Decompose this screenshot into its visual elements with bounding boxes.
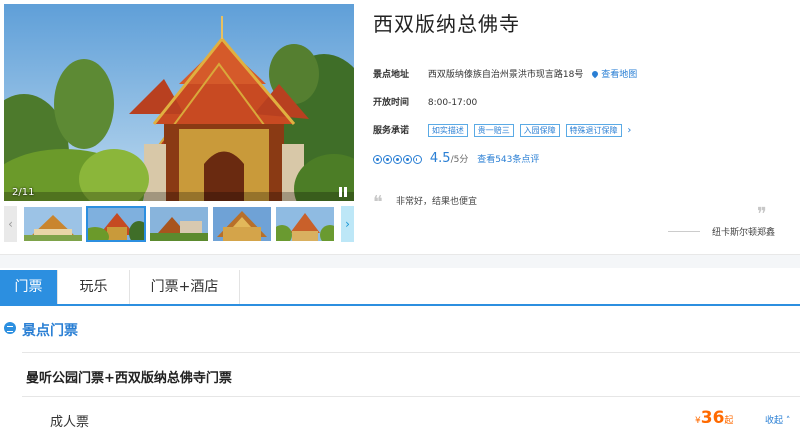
price-suffix: 起 bbox=[724, 416, 734, 426]
pause-icon[interactable] bbox=[338, 187, 348, 197]
thumbnail[interactable] bbox=[213, 207, 271, 241]
divider bbox=[22, 396, 800, 397]
map-pin-icon bbox=[590, 69, 600, 79]
divider bbox=[668, 231, 700, 232]
hours-value: 8:00-17:00 bbox=[427, 98, 478, 108]
review-author: 纽卡斯尔顿郑鑫 bbox=[712, 228, 776, 238]
attraction-title: 西双版纳总佛寺 bbox=[373, 12, 520, 36]
thumbnail-image bbox=[24, 207, 82, 241]
address-label: 景点地址 bbox=[373, 70, 410, 80]
ticket-price: ¥36起 bbox=[695, 408, 733, 428]
rating-half-circle-icon bbox=[413, 155, 422, 164]
hero-photo[interactable]: 2/11 bbox=[4, 4, 354, 201]
thumbnail-image bbox=[276, 207, 334, 241]
photo-counter: 2/11 bbox=[12, 187, 35, 198]
service-label: 服务承诺 bbox=[373, 126, 410, 136]
service-tag[interactable]: 贵一赔三 bbox=[473, 124, 514, 137]
tab-ticket-hotel[interactable]: 门票+酒店 bbox=[130, 270, 240, 304]
rating-circle-icon bbox=[403, 155, 412, 164]
rating-score: 4.5 bbox=[429, 151, 451, 166]
service-row: 服务承诺 如实描述 贵一赔三 入园保障 特殊退订保障 › bbox=[373, 123, 631, 137]
service-tag[interactable]: 入园保障 bbox=[519, 124, 560, 137]
ticket-type-label: 成人票 bbox=[50, 415, 90, 430]
thumbnail-image bbox=[87, 207, 145, 241]
collapse-label: 收起 bbox=[765, 416, 784, 426]
service-tag[interactable]: 如实描述 bbox=[427, 124, 468, 137]
address-value: 西双版纳傣族自治州景洪市现言路18号 bbox=[427, 70, 584, 80]
thumbnail-image bbox=[150, 207, 208, 241]
view-map-label: 查看地图 bbox=[601, 70, 638, 80]
thumb-prev-button[interactable]: ‹ bbox=[4, 206, 17, 242]
thumbnail[interactable] bbox=[150, 207, 208, 241]
product-tabs: 门票 玩乐 门票+酒店 bbox=[0, 270, 800, 306]
rating-circle-icon bbox=[383, 155, 392, 164]
thumb-next-button[interactable]: › bbox=[341, 206, 354, 242]
rating-circle-icon bbox=[393, 155, 402, 164]
ticket-section-icon bbox=[4, 322, 16, 334]
hours-label: 开放时间 bbox=[373, 98, 410, 108]
thumbnail[interactable] bbox=[24, 207, 82, 241]
quote-close-icon: ❞ bbox=[757, 204, 767, 225]
service-tag[interactable]: 特殊退订保障 bbox=[565, 124, 622, 137]
temple-image bbox=[4, 4, 354, 201]
rating-row: 4.5/5分 查看543条点评 bbox=[373, 151, 539, 167]
thumbnail[interactable] bbox=[276, 207, 334, 241]
hours-row: 开放时间 8:00-17:00 bbox=[373, 95, 477, 108]
section-title: 景点门票 bbox=[22, 323, 78, 339]
thumbnail-strip: ‹ › bbox=[4, 206, 354, 242]
thumbnail-image bbox=[213, 207, 271, 241]
tab-activities[interactable]: 玩乐 bbox=[58, 270, 130, 304]
tab-tickets[interactable]: 门票 bbox=[0, 270, 58, 304]
divider bbox=[22, 352, 800, 353]
rating-circle-icon bbox=[373, 155, 382, 164]
price-value: 36 bbox=[700, 408, 725, 428]
collapse-toggle[interactable]: 收起 ˄ bbox=[765, 413, 790, 426]
view-map-link[interactable]: 查看地图 bbox=[590, 69, 638, 80]
rating-circles bbox=[373, 155, 423, 167]
service-more-icon[interactable]: › bbox=[627, 125, 631, 136]
chevron-up-icon: ˄ bbox=[785, 416, 791, 426]
thumbnail[interactable] bbox=[86, 206, 146, 242]
reviews-link[interactable]: 查看543条点评 bbox=[477, 155, 539, 165]
address-row: 景点地址 西双版纳傣族自治州景洪市现言路18号 查看地图 bbox=[373, 67, 637, 80]
section-divider bbox=[0, 254, 800, 268]
package-title[interactable]: 曼听公园门票+西双版纳总佛寺门票 bbox=[26, 367, 232, 386]
rating-max: /5分 bbox=[450, 155, 469, 165]
review-quote: 非常好，结果也便宜 bbox=[396, 197, 478, 207]
quote-open-icon: ❝ bbox=[373, 192, 383, 213]
